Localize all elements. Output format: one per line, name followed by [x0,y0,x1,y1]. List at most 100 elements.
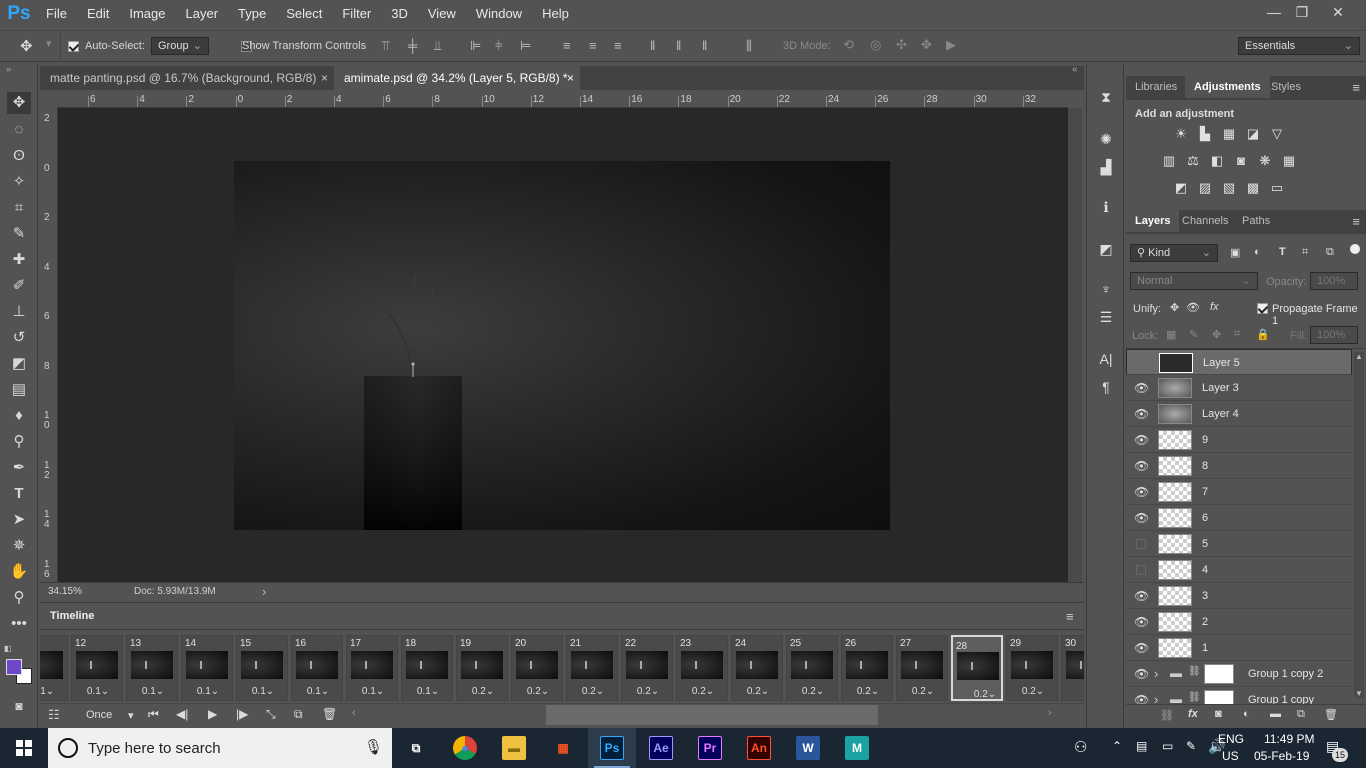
brightness-contrast-icon[interactable]: ☀ [1172,127,1190,141]
unify-visibility-icon[interactable]: 👁 [1186,301,1200,314]
taskbar-app-photoshop[interactable]: Ps [588,728,636,768]
eye-icon[interactable]: 👁 [1134,615,1149,629]
layer-row[interactable]: 👁 3 [1126,583,1352,609]
new-group-icon[interactable]: ▬ [1270,708,1281,720]
eye-icon[interactable]: 👁 [1134,589,1149,603]
people-icon[interactable]: ⚇ [1074,738,1087,756]
new-layer-icon[interactable]: ⧉ [1297,708,1305,721]
timeline-frame[interactable]: 27 0.2⌄ [896,635,948,701]
filter-adjustment-icon[interactable]: ◐ [1254,246,1261,258]
black-white-icon[interactable]: ◧ [1208,154,1226,168]
paragraph-panel-icon[interactable]: ¶ [1095,376,1117,398]
filter-pixel-icon[interactable]: ▣ [1230,246,1240,259]
timeline-frame[interactable]: 16 0.1⌄ [291,635,343,701]
microphone-icon[interactable]: 🎙 [364,738,383,756]
frame-delay[interactable]: 0.2⌄ [842,686,894,700]
brush-presets-panel-icon[interactable]: ☰ [1095,306,1117,328]
move-tool-icon[interactable]: ✥ [7,92,31,114]
frame-delay[interactable]: 0.2⌄ [787,686,839,700]
layer-row[interactable]: 👁 Layer 4 [1126,401,1352,427]
scroll-down-icon[interactable]: ▼ [1355,689,1363,698]
levels-icon[interactable]: ▙ [1196,127,1214,141]
type-tool-icon[interactable]: T [7,483,31,505]
distribute-top-icon[interactable]: ≡ [563,38,571,53]
timeline-frame[interactable]: 13 0.1⌄ [126,635,178,701]
unify-style-icon[interactable]: fx [1210,301,1219,313]
filter-shape-icon[interactable]: ⌗ [1302,246,1308,259]
crop-tool-icon[interactable]: ⌗ [7,197,31,219]
foreground-color-swatch[interactable] [6,659,22,675]
quick-mask-icon[interactable]: ◙ [7,695,31,717]
frame-delay[interactable]: 0.1⌄ [40,686,69,700]
align-bottom-icon[interactable]: ⫫ [434,38,441,54]
zoom-level[interactable]: 34.15% [48,586,82,597]
eye-icon[interactable]: 👁 [1134,381,1149,395]
menu-item-layer[interactable]: Layer [176,0,229,28]
layer-row[interactable]: 👁 › ▬ ⛓ Group 1 copy [1126,687,1352,704]
auto-select-checkbox[interactable] [68,40,79,52]
distribute-vcenter-icon[interactable]: ≡ [589,38,597,53]
lang-bottom[interactable]: US [1222,749,1239,763]
taskbar-app-chrome[interactable]: ● [441,728,489,768]
eye-icon[interactable]: 👁 [1134,667,1149,681]
hand-tool-icon[interactable]: ✋ [7,561,31,583]
brushes-panel-icon[interactable]: ♆ [1095,278,1117,300]
tween-icon[interactable]: ⤡ [266,707,276,722]
frame-delay[interactable]: 0.1⌄ [182,686,234,700]
path-selection-tool-icon[interactable]: ➤ [7,509,31,531]
timeline-frame[interactable]: 19 0.2⌄ [456,635,508,701]
taskbar-app-animate[interactable]: An [735,728,783,768]
tab-adjustments[interactable]: Adjustments [1185,76,1270,98]
layer-row[interactable]: 👁 › ▬ ⛓ Group 1 copy 2 [1126,661,1352,687]
doc-tab-amimate[interactable]: amimate.psd @ 34.2% (Layer 5, RGB/8) * × [334,66,580,90]
distribute-bottom-icon[interactable]: ≡ [614,38,622,53]
frame-delay[interactable]: 0.2⌄ [512,686,564,700]
visibility-toggle[interactable] [1137,358,1147,368]
menu-item-file[interactable]: File [36,0,77,28]
first-frame-icon[interactable]: ⏮ [148,707,159,722]
timeline-frame[interactable]: 28 0.2⌄ [951,635,1003,701]
frame-delay[interactable] [1062,686,1084,700]
move-tool-icon[interactable]: ✥ [20,37,33,55]
3d-rotate-icon[interactable]: ⟲ [843,37,854,53]
layers-scrollbar[interactable]: ▲ ▼ [1354,352,1364,698]
timeline-frame[interactable]: 29 0.2⌄ [1006,635,1058,701]
frame-delay[interactable]: 0.2⌄ [457,686,509,700]
distribute-left-icon[interactable]: ‖ [650,38,655,53]
frame-delay[interactable]: 0.1⌄ [347,686,399,700]
pen-icon[interactable]: ✎ [1186,739,1196,753]
eye-icon[interactable]: 👁 [1134,485,1149,499]
timeline-scroll-thumb[interactable] [546,705,878,725]
eyedropper-tool-icon[interactable]: ✎ [7,223,31,245]
align-vcenter-icon[interactable]: ╪ [408,38,417,53]
play-icon[interactable]: ▶ [208,707,217,721]
filter-toggle-icon[interactable] [1350,244,1360,254]
threshold-icon[interactable]: ▧ [1220,181,1238,195]
scroll-right-icon[interactable]: › [1048,707,1052,719]
duplicate-frame-icon[interactable]: ⧉ [294,707,303,722]
timeline-frame[interactable]: 18 0.1⌄ [401,635,453,701]
menu-item-filter[interactable]: Filter [332,0,381,28]
menu-item-select[interactable]: Select [276,0,332,28]
visibility-toggle[interactable] [1136,539,1146,549]
photo-filter-icon[interactable]: ◙ [1232,154,1250,168]
menu-item-image[interactable]: Image [119,0,175,28]
lock-transparent-icon[interactable]: ▦ [1166,328,1176,341]
timeline-frame[interactable]: 24 0.2⌄ [731,635,783,701]
layer-row[interactable]: Layer 5 [1126,349,1352,375]
chevron-right-icon[interactable]: › [1154,692,1158,704]
layer-row[interactable]: 👁 Layer 3 [1126,375,1352,401]
scroll-left-icon[interactable]: ‹ [352,707,356,719]
3d-scale-icon[interactable]: ▶ [946,37,956,53]
taskbar-app-word[interactable]: W [784,728,832,768]
doc-tab-matte-panting[interactable]: matte panting.psd @ 16.7% (Background, R… [40,66,334,90]
tab-layers[interactable]: Layers [1126,210,1180,232]
tab-libraries[interactable]: Libraries [1126,76,1186,98]
properties-panel-icon[interactable]: ✺ [1095,128,1117,150]
opacity-input[interactable]: 100% [1310,272,1358,290]
dropdown-arrow-icon[interactable]: ▾ [46,37,52,50]
close-tab-icon[interactable]: × [321,66,328,90]
3d-slide-icon[interactable]: ✥ [921,37,932,53]
battery-icon[interactable]: ▭ [1162,739,1173,753]
3d-roll-icon[interactable]: ◎ [870,37,881,53]
